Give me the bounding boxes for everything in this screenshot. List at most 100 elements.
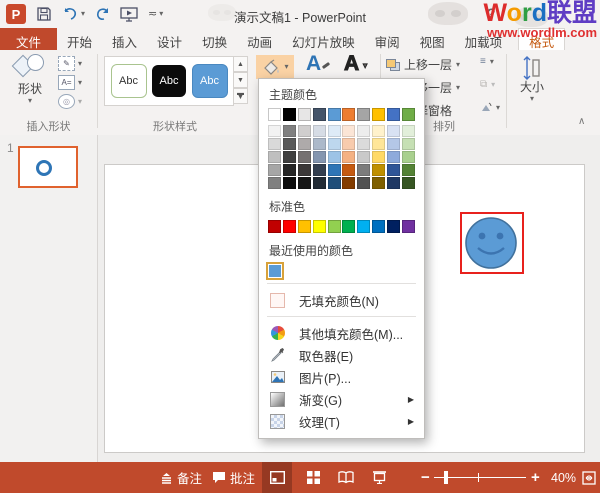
text-outline-button[interactable]: A ▾ — [343, 52, 367, 76]
color-swatch[interactable] — [387, 108, 400, 121]
color-swatch[interactable] — [297, 125, 311, 137]
color-swatch[interactable] — [342, 108, 356, 121]
color-swatch[interactable] — [282, 151, 296, 163]
color-swatch[interactable] — [342, 125, 356, 137]
color-swatch[interactable] — [401, 108, 415, 121]
menu-item-no-fill[interactable]: 无填充颜色(N) — [267, 289, 416, 311]
color-swatch[interactable] — [327, 125, 341, 137]
color-swatch[interactable] — [312, 151, 326, 163]
gallery-scroll-up[interactable]: ▲ — [233, 56, 248, 72]
color-swatch[interactable] — [372, 125, 386, 137]
color-swatch[interactable] — [312, 177, 326, 189]
tab-insert[interactable]: 插入 — [102, 28, 147, 50]
color-swatch[interactable] — [342, 138, 356, 150]
color-swatch[interactable] — [297, 164, 311, 176]
color-swatch[interactable] — [268, 138, 281, 150]
color-swatch[interactable] — [312, 108, 326, 121]
size-button[interactable]: 大小 ▾ — [514, 56, 550, 103]
color-swatch[interactable] — [268, 177, 281, 189]
color-swatch[interactable] — [372, 220, 386, 233]
help-button[interactable]: ? — [487, 5, 496, 21]
tab-animations[interactable]: 动画 — [237, 28, 282, 50]
slide-show-view-button[interactable] — [364, 462, 394, 493]
color-swatch[interactable] — [312, 164, 326, 176]
color-swatch[interactable] — [268, 151, 281, 163]
color-swatch[interactable] — [268, 164, 281, 176]
color-swatch[interactable] — [357, 177, 371, 189]
color-swatch[interactable] — [401, 177, 415, 189]
rotate-button[interactable]: ▾ — [480, 102, 500, 113]
tab-view[interactable]: 视图 — [410, 28, 455, 50]
color-swatch[interactable] — [342, 220, 356, 233]
color-swatch[interactable] — [357, 125, 371, 137]
tab-design[interactable]: 设计 — [147, 28, 192, 50]
shape-style-option-3[interactable]: Abc — [191, 64, 228, 98]
color-swatch[interactable] — [268, 125, 281, 137]
color-swatch[interactable] — [297, 220, 311, 233]
slide-sorter-view-button[interactable] — [298, 462, 328, 493]
tab-file[interactable]: 文件 — [0, 28, 58, 50]
color-swatch[interactable] — [268, 108, 281, 121]
color-swatch[interactable] — [297, 177, 311, 189]
color-swatch[interactable] — [342, 164, 356, 176]
shape-style-option-2[interactable]: Abc — [152, 65, 186, 97]
tab-addins[interactable]: 加载项 — [455, 28, 513, 50]
color-swatch[interactable] — [357, 164, 371, 176]
fit-to-window-button[interactable] — [578, 462, 600, 493]
color-swatch[interactable] — [372, 177, 386, 189]
color-swatch[interactable] — [327, 164, 341, 176]
shape-fill-button[interactable]: ▾ — [256, 55, 294, 79]
color-swatch[interactable] — [372, 138, 386, 150]
color-swatch[interactable] — [282, 138, 296, 150]
color-swatch[interactable] — [342, 177, 356, 189]
zoom-out-button[interactable]: − — [421, 462, 430, 493]
color-swatch[interactable] — [327, 138, 341, 150]
color-swatch[interactable] — [357, 151, 371, 163]
shape-style-option-1[interactable]: Abc — [110, 64, 147, 98]
color-swatch[interactable] — [312, 125, 326, 137]
collapse-ribbon-button[interactable]: ∧ — [578, 116, 585, 127]
color-swatch[interactable] — [282, 108, 296, 121]
color-swatch[interactable] — [312, 138, 326, 150]
bring-forward-button[interactable]: 上移一层 ▾ — [386, 56, 460, 73]
color-swatch[interactable] — [282, 220, 296, 233]
normal-view-button[interactable] — [262, 462, 292, 493]
color-swatch[interactable] — [282, 164, 296, 176]
color-swatch[interactable] — [401, 151, 415, 163]
color-swatch[interactable] — [327, 177, 341, 189]
group-button[interactable]: ⧉ ▾ — [480, 79, 495, 90]
tab-slideshow[interactable]: 幻灯片放映 — [282, 28, 365, 50]
align-button[interactable]: ≡ ▾ — [480, 56, 494, 67]
menu-item-texture[interactable]: 纹理(T) ▶ — [267, 410, 416, 432]
color-swatch[interactable] — [372, 151, 386, 163]
menu-item-more-fill-colors[interactable]: 其他填充颜色(M)... — [267, 322, 416, 344]
color-swatch[interactable] — [282, 177, 296, 189]
gallery-scroll-down[interactable]: ▼ — [233, 72, 248, 88]
color-swatch[interactable] — [372, 108, 386, 121]
color-swatch[interactable] — [401, 138, 415, 150]
color-swatch[interactable] — [357, 108, 371, 121]
text-fill-button[interactable]: A — [306, 52, 321, 76]
color-swatch[interactable] — [387, 138, 400, 150]
merge-shapes-button[interactable]: ◎ ▾ — [58, 94, 82, 109]
color-swatch[interactable] — [401, 125, 415, 137]
zoom-in-button[interactable]: + — [531, 462, 540, 493]
tab-format[interactable]: 格式 — [518, 28, 566, 50]
text-box-button[interactable]: A= ▾ — [58, 75, 82, 90]
menu-item-gradient[interactable]: 渐变(G) ▶ — [267, 388, 416, 410]
tab-review[interactable]: 审阅 — [365, 28, 410, 50]
color-swatch[interactable] — [357, 138, 371, 150]
reading-view-button[interactable] — [331, 462, 361, 493]
color-swatch[interactable] — [282, 125, 296, 137]
color-swatch[interactable] — [387, 164, 400, 176]
color-swatch[interactable] — [312, 220, 326, 233]
menu-item-eyedropper[interactable]: 取色器(E) — [267, 344, 416, 366]
color-swatch[interactable] — [297, 151, 311, 163]
color-swatch[interactable] — [387, 177, 400, 189]
comments-button[interactable]: 批注 — [212, 462, 255, 493]
color-swatch[interactable] — [327, 151, 341, 163]
color-swatch[interactable] — [297, 138, 311, 150]
color-swatch[interactable] — [401, 220, 415, 233]
menu-item-picture[interactable]: 图片(P)... — [267, 366, 416, 388]
color-swatch[interactable] — [342, 151, 356, 163]
